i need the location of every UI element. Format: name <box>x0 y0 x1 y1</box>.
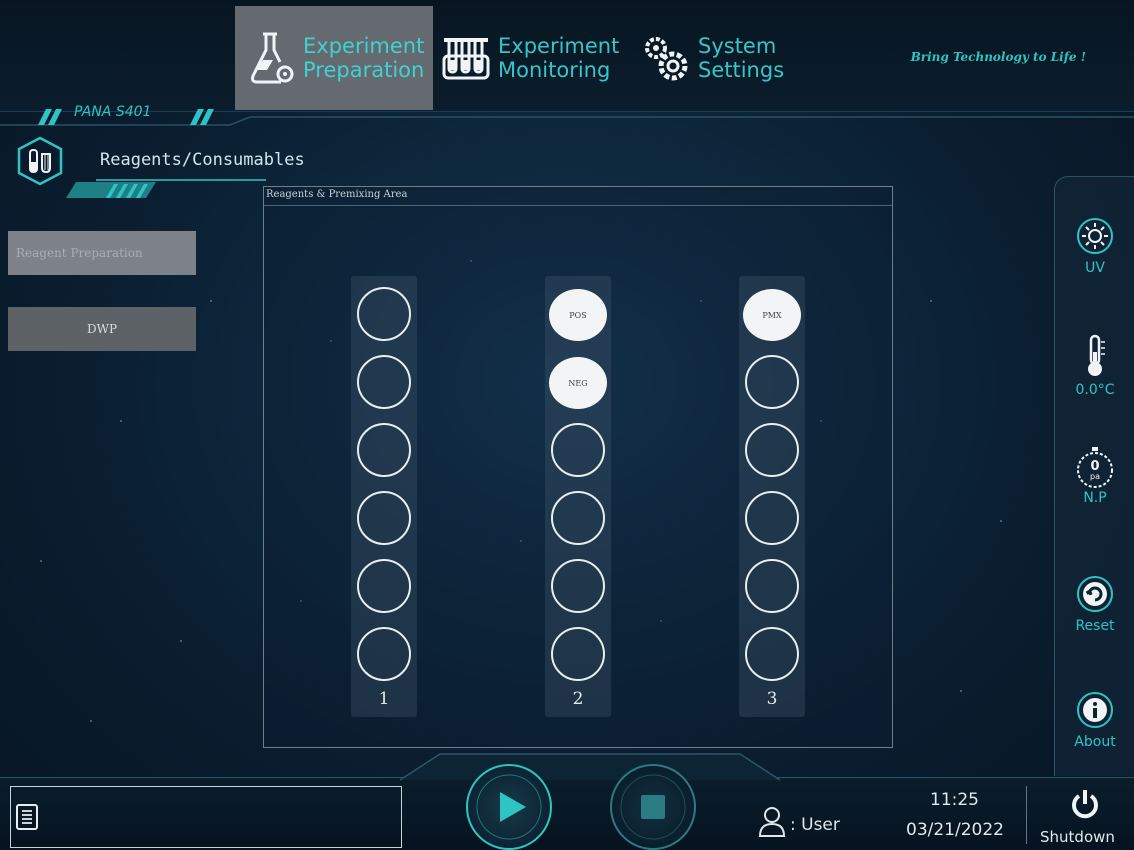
power-icon[interactable] <box>1070 788 1100 820</box>
reagent-well[interactable] <box>357 287 411 341</box>
panel-title: Reagents & Premixing Area <box>266 189 408 200</box>
reagent-well[interactable] <box>745 355 799 409</box>
section-underline <box>66 179 266 198</box>
about-button[interactable]: About <box>1056 690 1134 750</box>
tab-label: Experiment Monitoring <box>498 34 620 82</box>
reagent-well-pmx[interactable]: PMX <box>743 289 801 341</box>
reagent-well[interactable] <box>357 491 411 545</box>
pressure-label: N.P <box>1083 490 1107 506</box>
log-list-icon[interactable] <box>16 804 38 830</box>
header-divider <box>0 109 1134 126</box>
bottom-divider <box>1026 786 1027 844</box>
reagent-well-neg[interactable]: NEG <box>549 357 607 409</box>
reset-icon <box>1077 576 1113 612</box>
reagent-well[interactable] <box>357 559 411 613</box>
about-label: About <box>1074 734 1116 750</box>
top-nav-bar: Experiment Preparation Experiment Monito… <box>0 0 1134 112</box>
info-icon <box>1077 692 1113 728</box>
thermometer-icon <box>1088 334 1105 376</box>
menu-reagent-preparation[interactable]: Reagent Preparation <box>8 231 196 275</box>
user-icon <box>758 807 786 837</box>
reagent-well-pos[interactable]: POS <box>549 289 607 341</box>
reset-label: Reset <box>1075 618 1115 634</box>
gears-icon <box>640 30 692 86</box>
reagent-well[interactable] <box>357 627 411 681</box>
column-number: 2 <box>572 689 584 709</box>
uv-button[interactable]: UV <box>1056 216 1134 276</box>
uv-lamp-icon <box>1077 218 1113 254</box>
tab-label: System Settings <box>698 34 785 82</box>
clock-date: 03/21/2022 <box>906 820 1004 840</box>
column-number: 3 <box>766 689 778 709</box>
reagent-column-1: 1 <box>351 276 417 717</box>
reagent-well[interactable] <box>357 423 411 477</box>
pressure-unit: pa <box>1090 472 1100 481</box>
current-user[interactable]: : User <box>790 815 840 835</box>
pressure-gauge-icon: 0 pa <box>1075 446 1115 490</box>
tab-label: Experiment Preparation <box>303 34 425 82</box>
control-tab-shape <box>400 753 780 781</box>
temperature-display: 0.0°C <box>1056 334 1134 398</box>
panel-title-divider <box>264 205 892 206</box>
temperature-value: 0.0°C <box>1075 382 1115 398</box>
reagent-column-2: POS NEG 2 <box>545 276 611 717</box>
play-icon <box>476 774 542 840</box>
uv-label: UV <box>1085 260 1105 276</box>
test-tube-rack-icon <box>440 30 492 86</box>
log-panel[interactable] <box>10 786 402 848</box>
flask-gear-icon <box>245 30 297 86</box>
column-number: 1 <box>378 689 390 709</box>
reagent-well[interactable] <box>745 423 799 477</box>
reagent-well[interactable] <box>551 627 605 681</box>
tab-experiment-monitoring[interactable]: Experiment Monitoring <box>440 6 636 110</box>
stop-button[interactable] <box>610 764 696 850</box>
reagent-well[interactable] <box>551 559 605 613</box>
section-title: Reagents/Consumables <box>100 150 305 170</box>
tab-system-settings[interactable]: System Settings <box>640 6 830 110</box>
reagent-well[interactable] <box>551 423 605 477</box>
tab-experiment-preparation[interactable]: Experiment Preparation <box>235 6 433 110</box>
reset-button[interactable]: Reset <box>1056 574 1134 634</box>
reagent-well[interactable] <box>745 627 799 681</box>
reagent-well[interactable] <box>357 355 411 409</box>
reagent-well[interactable] <box>745 491 799 545</box>
tagline: Bring Technology to Life ! <box>910 50 1086 64</box>
clock-time: 11:25 <box>930 790 979 810</box>
reagent-well[interactable] <box>551 491 605 545</box>
device-model: PANA S401 <box>74 104 152 120</box>
menu-dwp[interactable]: DWP <box>8 307 196 351</box>
stop-icon <box>620 774 686 840</box>
reagent-column-3: PMX 3 <box>739 276 805 717</box>
start-button[interactable] <box>466 764 552 850</box>
reagent-well[interactable] <box>745 559 799 613</box>
pressure-display: 0 pa N.P <box>1056 446 1134 506</box>
shutdown-button[interactable]: Shutdown <box>1040 828 1115 846</box>
